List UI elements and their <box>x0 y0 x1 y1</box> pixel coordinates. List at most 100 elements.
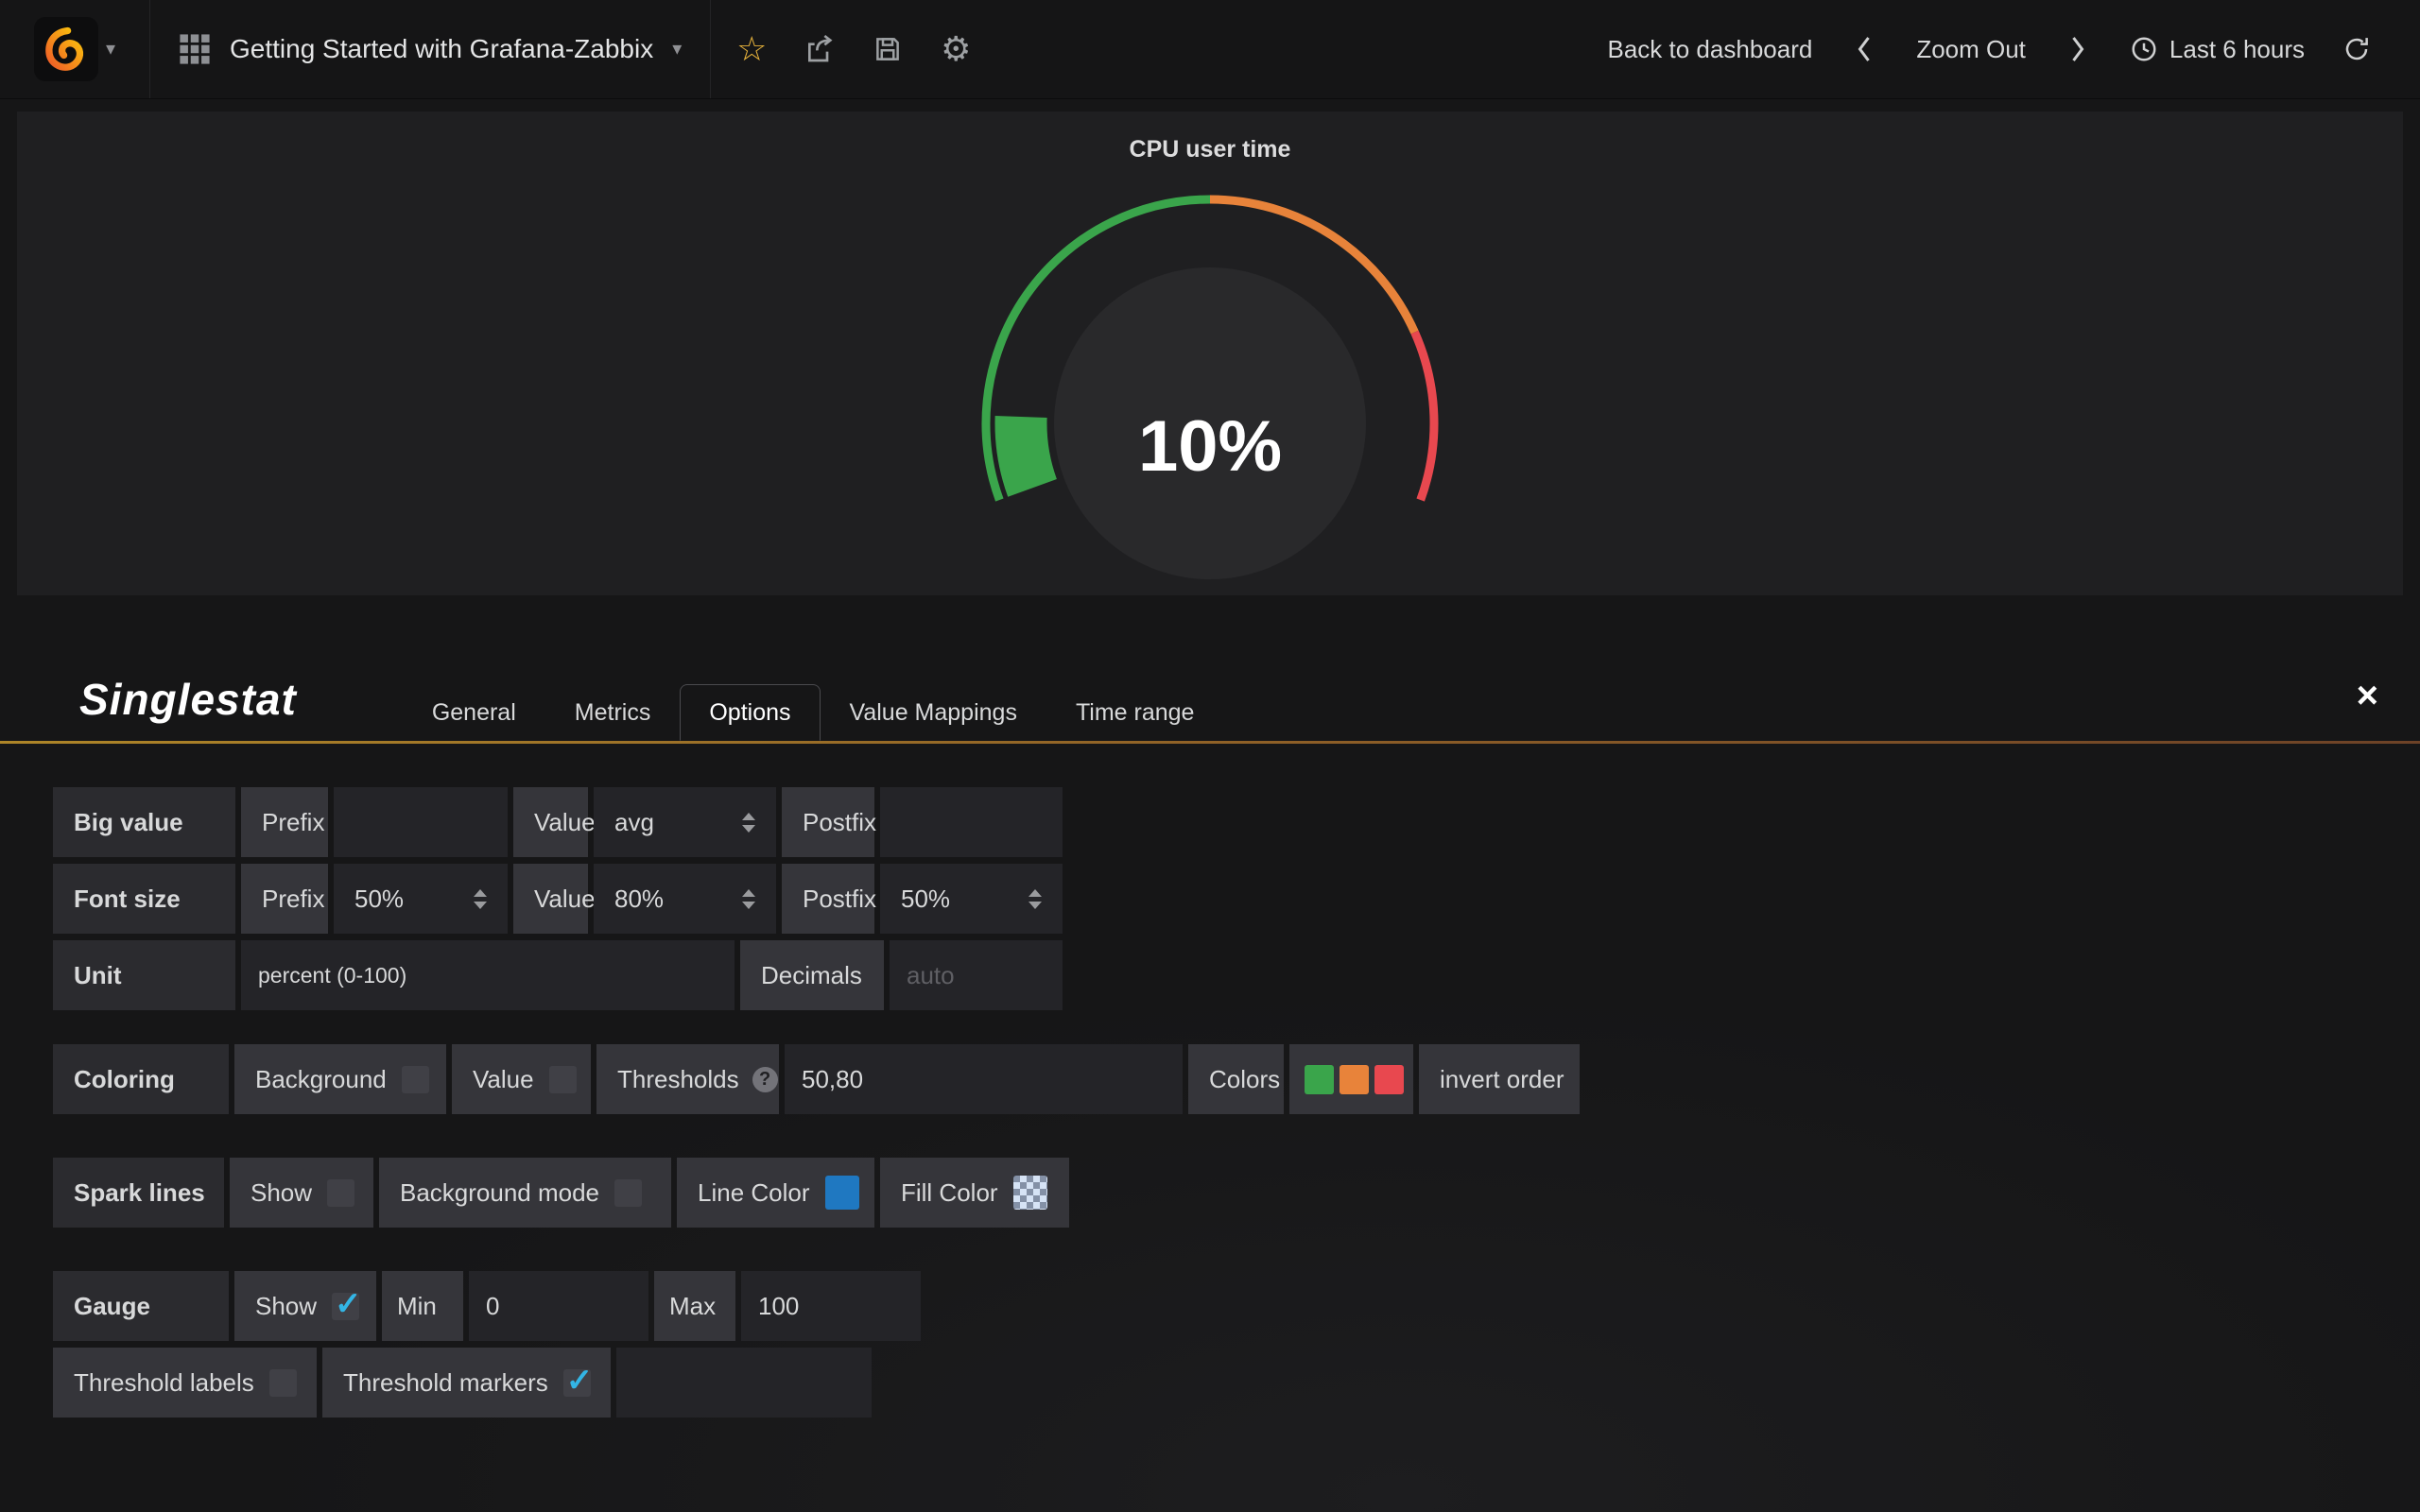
save-icon <box>873 35 902 63</box>
editor-header: Singlestat General Metrics Options Value… <box>0 650 2420 741</box>
time-shift-back-button[interactable] <box>1837 22 1892 77</box>
background-mode-cell: Background mode <box>379 1158 671 1228</box>
stepper-icon <box>1028 889 1042 909</box>
value-label: Value <box>513 787 588 857</box>
svg-text:10%: 10% <box>1138 406 1282 487</box>
unit-select[interactable]: percent (0-100) <box>241 940 735 1010</box>
value-coloring-cell: Value <box>452 1044 591 1114</box>
settings-button[interactable]: ⚙ <box>928 22 983 77</box>
spark-lines-row: Spark lines Show Background mode Line Co… <box>53 1158 2420 1228</box>
threshold-labels-checkbox[interactable] <box>269 1369 297 1397</box>
top-navbar: ▾ Getting Started with Grafana-Zabbix ▾ … <box>0 0 2420 99</box>
gauge-max-cell <box>741 1271 921 1341</box>
time-shift-forward-button[interactable] <box>2050 22 2105 77</box>
dashboard-title: Getting Started with Grafana-Zabbix <box>230 34 653 64</box>
spark-lines-row-label: Spark lines <box>53 1158 224 1228</box>
thresholds-label-cell: Thresholds ? <box>596 1044 779 1114</box>
zoom-out-link[interactable]: Zoom Out <box>1916 35 2026 64</box>
chevron-left-icon <box>1855 35 1874 63</box>
gauge-min-label: Min <box>382 1271 463 1341</box>
spark-show-checkbox[interactable] <box>327 1179 354 1207</box>
big-value-row-label: Big value <box>53 787 235 857</box>
chevron-right-icon <box>2068 35 2087 63</box>
prefix-label: Prefix <box>241 787 328 857</box>
background-mode-checkbox[interactable] <box>614 1179 642 1207</box>
threshold-labels-cell: Threshold labels <box>53 1348 317 1418</box>
big-value-postfix-input[interactable] <box>897 808 1046 837</box>
coloring-row: Coloring Background Value Thresholds ? C… <box>53 1044 2420 1114</box>
background-coloring-checkbox[interactable] <box>402 1066 429 1093</box>
tab-general[interactable]: General <box>403 684 545 741</box>
threshold-color-3-swatch[interactable] <box>1374 1065 1404 1094</box>
tab-time-range[interactable]: Time range <box>1046 684 1224 741</box>
prefix-font-size-select[interactable]: 50% <box>334 864 508 934</box>
gauge-max-input[interactable] <box>758 1292 904 1321</box>
tab-options[interactable]: Options <box>680 684 820 741</box>
fill-color-label: Fill Color <box>901 1178 998 1208</box>
star-button[interactable]: ☆ <box>724 22 779 77</box>
close-icon[interactable]: × <box>2357 677 2378 714</box>
share-button[interactable] <box>792 22 847 77</box>
threshold-color-1-swatch[interactable] <box>1305 1065 1334 1094</box>
threshold-colors-cell <box>1289 1044 1413 1114</box>
decimals-label: Decimals <box>740 940 884 1010</box>
gauge-min-input[interactable] <box>486 1292 631 1321</box>
background-mode-label: Background mode <box>400 1178 599 1208</box>
threshold-markers-checkbox[interactable] <box>563 1369 591 1397</box>
chevron-down-icon: ▾ <box>106 40 115 59</box>
threshold-markers-label: Threshold markers <box>343 1368 548 1398</box>
refresh-button[interactable] <box>2329 22 2384 77</box>
big-value-stat-select[interactable]: avg <box>594 787 776 857</box>
thresholds-cell <box>785 1044 1183 1114</box>
gauge-max-label: Max <box>654 1271 735 1341</box>
grafana-menu-button[interactable]: ▾ <box>0 0 149 98</box>
value-coloring-label: Value <box>473 1065 534 1094</box>
gauge-row: Gauge Show Min Max <box>53 1271 2420 1341</box>
fill-color-swatch[interactable] <box>1013 1176 1047 1210</box>
background-coloring-cell: Background <box>234 1044 446 1114</box>
big-value-stat-value: avg <box>614 808 654 837</box>
time-range-picker[interactable]: Last 6 hours <box>2130 35 2305 64</box>
threshold-row-empty-cell <box>616 1348 872 1418</box>
thresholds-label: Thresholds <box>617 1065 739 1094</box>
invert-order-link[interactable]: invert order <box>1419 1044 1580 1114</box>
threshold-toggles-row: Threshold labels Threshold markers <box>53 1348 2420 1418</box>
tab-value-mappings[interactable]: Value Mappings <box>821 684 1046 741</box>
dashboard-picker[interactable]: Getting Started with Grafana-Zabbix ▾ <box>150 0 710 98</box>
gauge-show-checkbox[interactable] <box>332 1293 359 1320</box>
thresholds-input[interactable] <box>802 1065 1166 1094</box>
font-size-row: Font size Prefix 50% Value 80% Postfix 5… <box>53 864 2420 934</box>
line-color-cell: Line Color <box>677 1158 874 1228</box>
grafana-logo-icon <box>34 17 98 81</box>
spark-show-cell: Show <box>230 1158 373 1228</box>
help-circle-icon[interactable]: ? <box>752 1067 778 1092</box>
value-coloring-checkbox[interactable] <box>549 1066 577 1093</box>
save-button[interactable] <box>860 22 915 77</box>
time-range-label: Last 6 hours <box>2169 35 2305 64</box>
unit-row-label: Unit <box>53 940 235 1010</box>
decimals-input[interactable] <box>907 961 1046 990</box>
panel-title[interactable]: CPU user time <box>17 112 2403 163</box>
tab-metrics[interactable]: Metrics <box>545 684 681 741</box>
gauge-row-label: Gauge <box>53 1271 229 1341</box>
back-to-dashboard-link[interactable]: Back to dashboard <box>1608 35 1813 64</box>
divider <box>710 0 711 98</box>
gauge-show-cell: Show <box>234 1271 376 1341</box>
line-color-swatch[interactable] <box>825 1176 859 1210</box>
fill-color-cell: Fill Color <box>880 1158 1069 1228</box>
threshold-color-2-swatch[interactable] <box>1340 1065 1369 1094</box>
big-value-prefix-input[interactable] <box>351 808 491 837</box>
value-font-size-select[interactable]: 80% <box>594 864 776 934</box>
threshold-labels-label: Threshold labels <box>74 1368 254 1398</box>
star-icon: ☆ <box>736 32 767 66</box>
threshold-markers-cell: Threshold markers <box>322 1348 611 1418</box>
editor-tabs: General Metrics Options Value Mappings T… <box>403 684 1224 741</box>
clock-icon <box>2130 35 2158 63</box>
background-coloring-label: Background <box>255 1065 387 1094</box>
chevron-down-icon: ▾ <box>672 40 682 59</box>
postfix-font-size-select[interactable]: 50% <box>880 864 1063 934</box>
stepper-icon <box>742 813 755 833</box>
big-value-prefix-cell <box>334 787 508 857</box>
value-label: Value <box>513 864 588 934</box>
cpu-user-time-panel: CPU user time 10% <box>17 112 2403 595</box>
